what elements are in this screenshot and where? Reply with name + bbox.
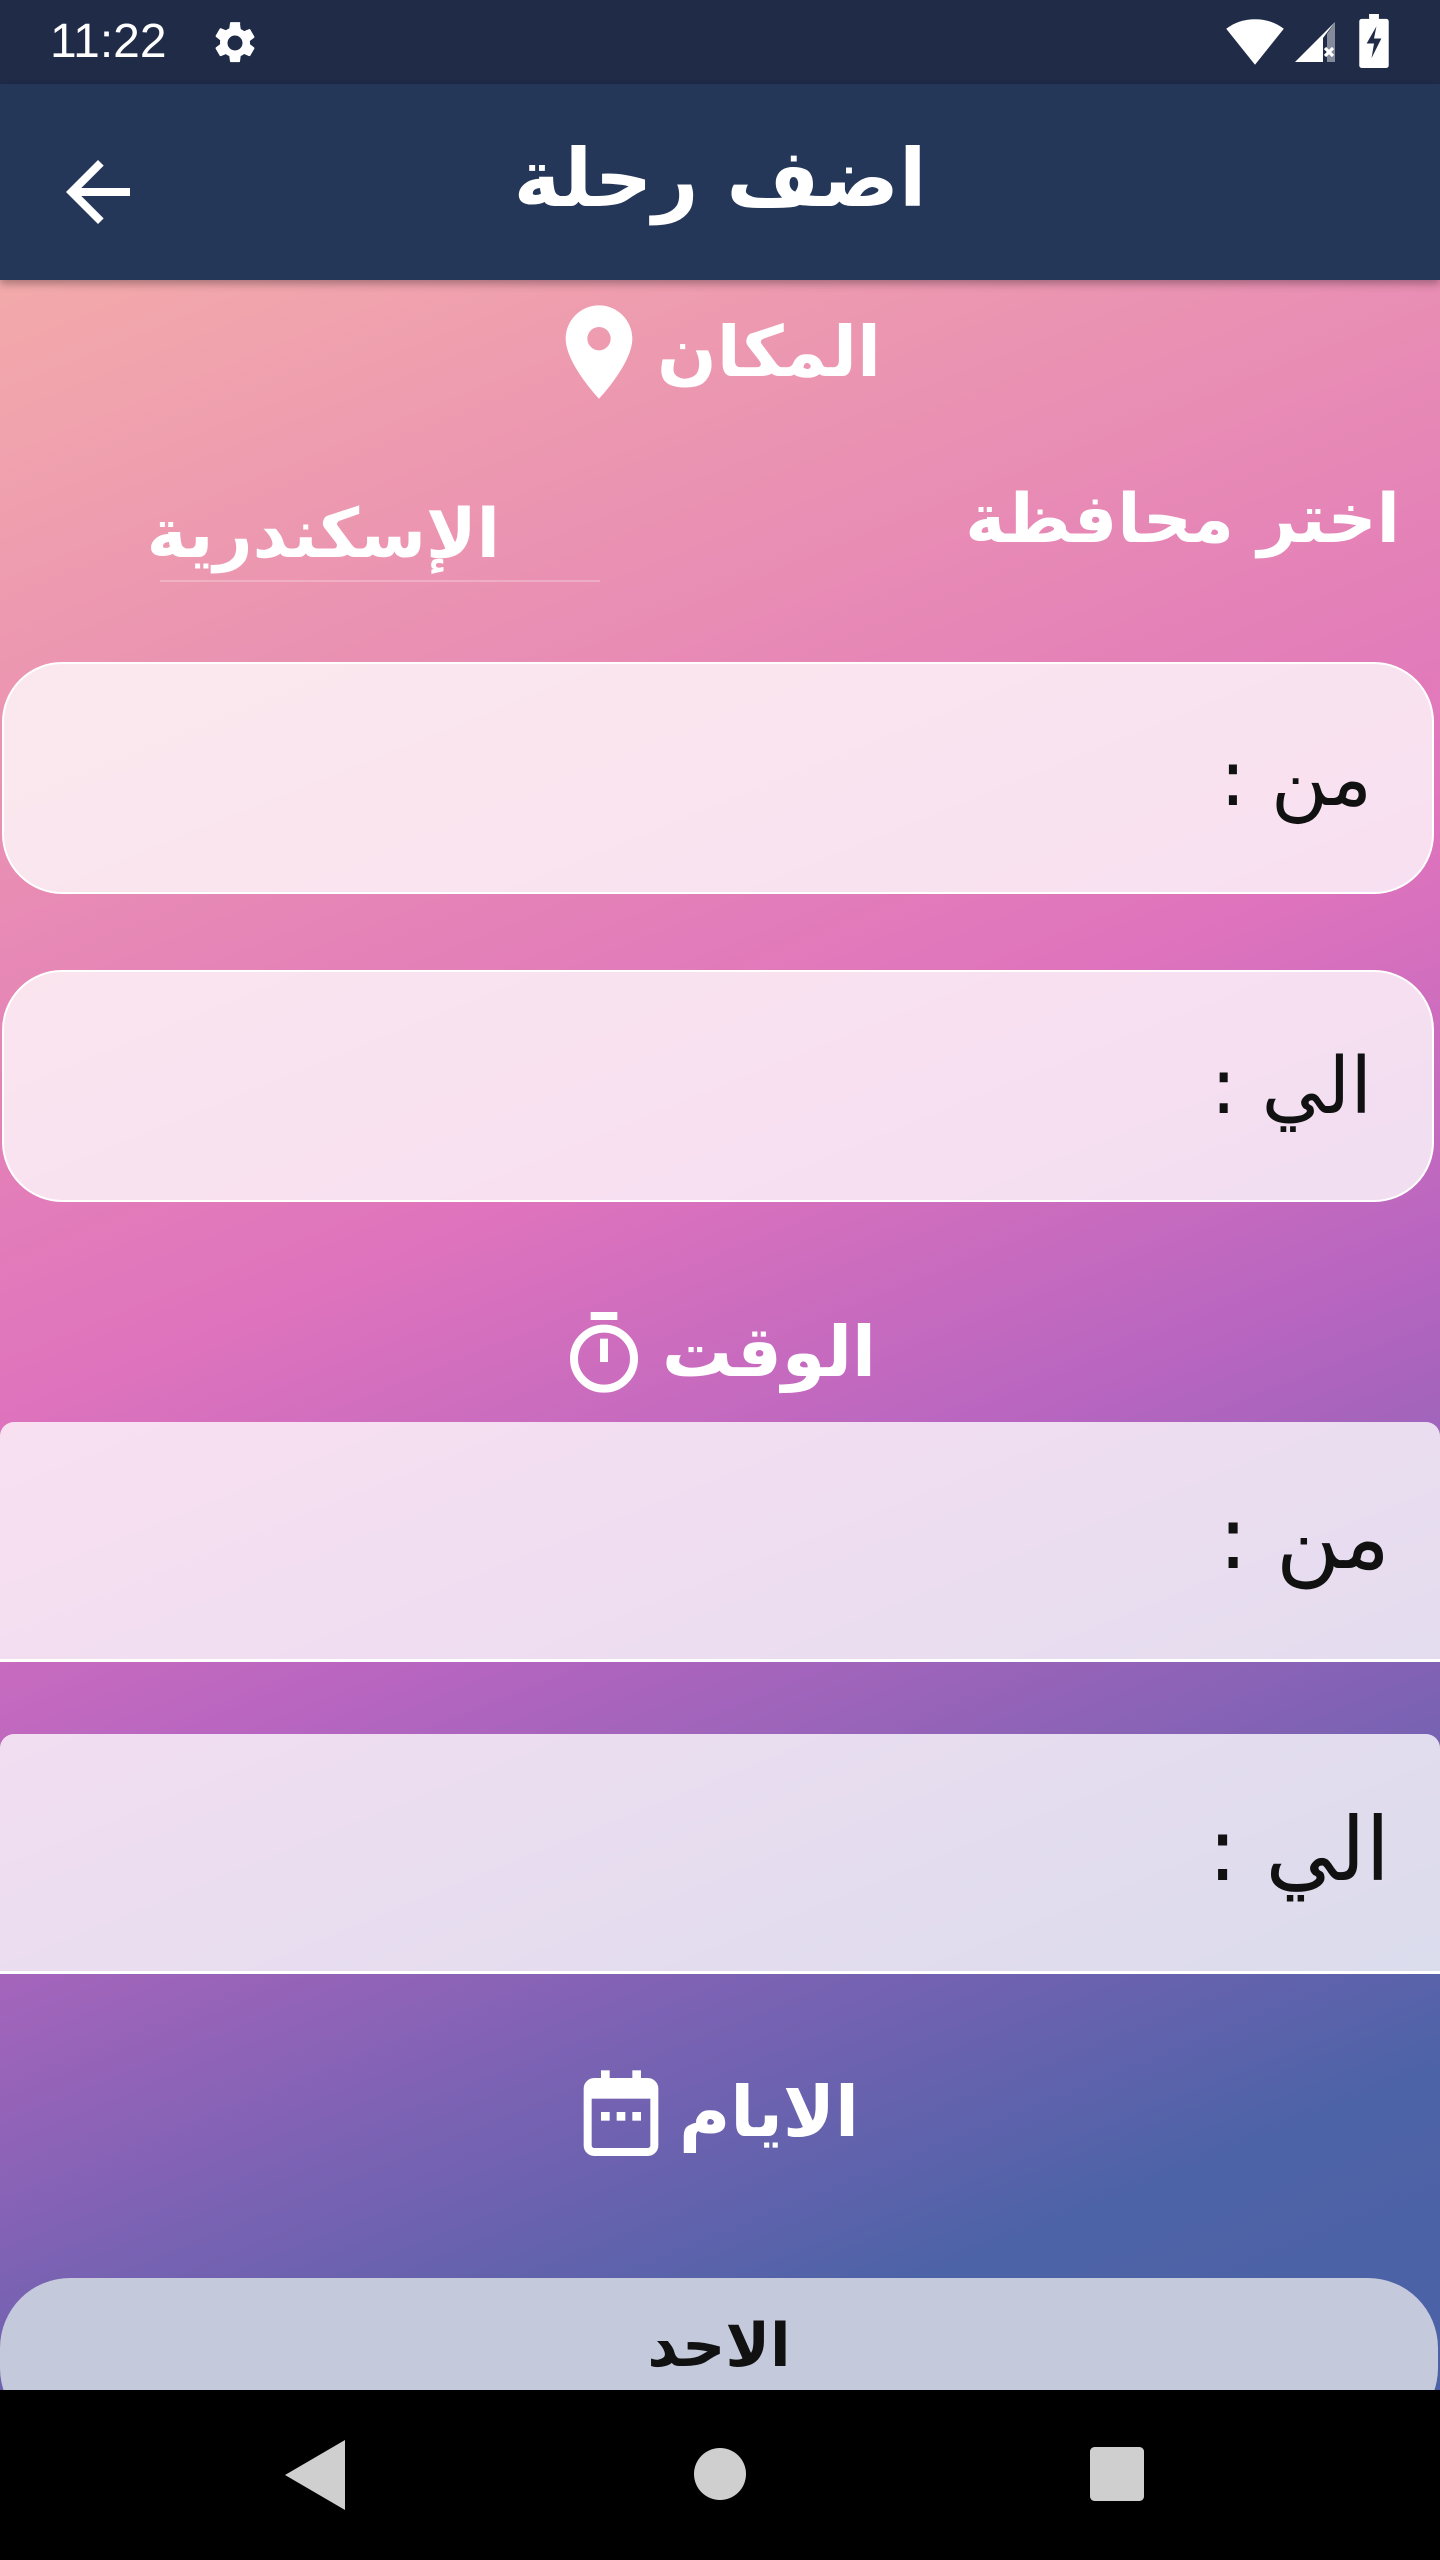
place-to-label: الي : <box>1210 1042 1372 1132</box>
day-label: الاحد <box>647 2311 791 2381</box>
place-from-field[interactable]: من : <box>2 662 1434 894</box>
nav-recents-icon[interactable] <box>1090 2447 1144 2501</box>
gear-icon <box>215 22 255 63</box>
place-section-label: المكان <box>657 311 881 393</box>
nav-back-icon[interactable] <box>285 2440 345 2510</box>
governorate-dropdown[interactable]: الإسكندرية <box>147 480 600 582</box>
time-from-label: من : <box>1218 1486 1390 1589</box>
wifi-icon <box>1226 19 1284 65</box>
governorate-label: اختر محافظة <box>965 480 1400 559</box>
days-section-label: الايام <box>679 2071 859 2153</box>
time-to-label: الي : <box>1207 1798 1390 1901</box>
add-trip-form: المكان اختر محافظة الإسكندرية من : الي :… <box>0 280 1440 2390</box>
nav-home-icon[interactable] <box>694 2448 746 2500</box>
navigation-bar <box>0 2390 1440 2560</box>
time-from-field[interactable]: من : <box>0 1422 1440 1662</box>
day-button-sunday[interactable]: الاحد <box>0 2278 1438 2390</box>
status-bar: 11:22 <box>0 0 1440 84</box>
status-time: 11:22 <box>50 15 167 68</box>
calendar-icon <box>583 2070 659 2156</box>
location-pin-icon <box>565 305 633 399</box>
governorate-selected-value: الإسكندرية <box>146 495 500 574</box>
page-title: اضف رحلة <box>513 132 927 225</box>
signal-icon <box>1295 22 1335 62</box>
battery-charging-icon <box>1359 14 1389 68</box>
place-section-header: المكان <box>0 292 1440 412</box>
time-to-field[interactable]: الي : <box>0 1734 1440 1974</box>
place-from-label: من : <box>1219 734 1372 824</box>
days-section-header: الايام <box>0 2052 1440 2172</box>
time-section-label: الوقت <box>661 1311 877 1393</box>
timer-icon <box>569 1312 638 1393</box>
time-section-header: الوقت <box>0 1292 1440 1412</box>
place-to-field[interactable]: الي : <box>2 970 1434 1202</box>
app-bar: اضف رحلة <box>0 84 1440 280</box>
